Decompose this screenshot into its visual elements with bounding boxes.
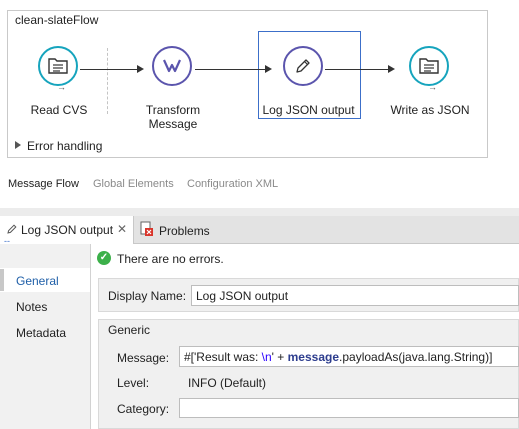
close-icon[interactable]: ✕ — [117, 222, 127, 236]
error-handling-label: Error handling — [27, 139, 103, 153]
write-as-json-label: Write as JSON — [390, 103, 470, 117]
tab-configuration-xml[interactable]: Configuration XML — [187, 178, 278, 190]
display-name-input[interactable]: Log JSON output — [191, 285, 519, 306]
flow-arrow — [195, 69, 265, 70]
file-folder-icon — [48, 58, 68, 74]
flow-source-divider — [107, 48, 108, 114]
message-expr-keyword: message — [287, 350, 340, 364]
flow-arrow-head — [265, 65, 272, 73]
log-json-label: Log JSON output — [262, 103, 355, 117]
flow-canvas — [7, 10, 488, 158]
flow-arrow — [80, 69, 137, 70]
flow-title: clean-slateFlow — [15, 13, 99, 27]
message-expr-part: .payloadAs(java.lang.String)] — [339, 350, 493, 364]
message-expr-part: #['Result was: — [184, 350, 262, 364]
display-name-label: Display Name: — [108, 289, 187, 303]
source-arrow-icon: → — [57, 82, 66, 92]
message-expr-escape: \n — [261, 350, 272, 364]
flow-arrow — [325, 69, 388, 70]
check-circle-icon: ✓ — [97, 251, 111, 265]
error-handling-toggle[interactable]: Error handling — [15, 139, 102, 153]
dataweave-icon — [162, 59, 182, 73]
flow-arrow-head — [388, 65, 395, 73]
message-expr-part: ' + — [271, 350, 288, 364]
tab-log-json-output[interactable]: Log JSON output ✕ — [0, 216, 134, 244]
level-label: Level: — [117, 376, 150, 390]
category-input[interactable] — [179, 398, 519, 418]
tab-global-elements[interactable]: Global Elements — [93, 178, 174, 190]
tab-message-flow[interactable]: Message Flow — [8, 178, 79, 190]
read-cvs-label: Read CVS — [30, 103, 88, 117]
status-message: There are no errors. — [117, 252, 224, 266]
problems-icon — [140, 221, 154, 237]
nav-item-notes[interactable]: Notes — [16, 300, 47, 314]
transform-message-node[interactable] — [152, 46, 192, 86]
tab-problems[interactable]: Problems — [159, 224, 210, 238]
file-folder-icon — [419, 58, 439, 74]
read-cvs-node[interactable] — [38, 46, 78, 86]
target-arrow-icon: → — [428, 82, 437, 92]
level-select[interactable]: INFO (Default) — [188, 376, 266, 390]
message-input[interactable]: #['Result was: \n' + message.payloadAs(j… — [179, 346, 519, 367]
nav-selected-marker — [0, 269, 4, 291]
nav-item-metadata[interactable]: Metadata — [16, 326, 66, 340]
log-json-node[interactable] — [283, 46, 323, 86]
message-label: Message: — [117, 351, 170, 365]
pencil-icon — [7, 224, 17, 234]
pencil-icon — [296, 59, 310, 73]
category-label: Category: — [117, 402, 170, 416]
tab-log-json-output-label: Log JSON output — [21, 223, 114, 237]
expand-triangle-icon — [15, 141, 21, 149]
transform-message-label: Transform Message — [145, 103, 201, 131]
flow-arrow-head — [137, 65, 144, 73]
nav-item-general[interactable]: General — [16, 274, 59, 288]
generic-group-title: Generic — [108, 323, 151, 337]
write-as-json-node[interactable] — [409, 46, 449, 86]
